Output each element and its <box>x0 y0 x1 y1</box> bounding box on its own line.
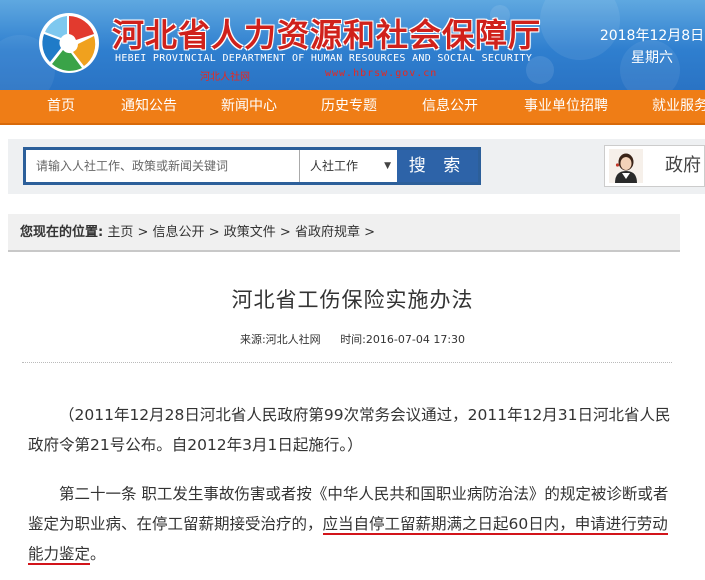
site-title[interactable]: 河北省人力资源和社会保障厅 <box>112 10 541 56</box>
avatar-icon <box>609 149 643 183</box>
government-service-label: 政府 <box>665 155 701 176</box>
article-paragraph: 第二十一条 职工发生事故伤害或者按《中华人民共和国职业病防治法》的规定被诊断或者… <box>28 479 678 569</box>
article-divider <box>22 362 672 363</box>
search-input[interactable] <box>26 150 298 182</box>
search-category-select[interactable]: 人社工作 ▼ <box>299 150 397 182</box>
date-display: 2018年12月8日 星期六 <box>599 25 705 69</box>
chevron-down-icon: ▼ <box>384 161 391 171</box>
weekday-text: 星期六 <box>631 50 673 66</box>
nav-item-news[interactable]: 新闻中心 <box>221 90 277 123</box>
breadcrumb-label: 您现在的位置: <box>20 225 104 240</box>
nav-item-home[interactable]: 首页 <box>47 90 75 123</box>
main-nav: 首页 通知公告 新闻中心 历史专题 信息公开 事业单位招聘 就业服务 <box>0 90 705 125</box>
breadcrumb-item-provincial-regulations[interactable]: 省政府规章 <box>295 225 360 240</box>
breadcrumb-separator: > <box>137 225 149 240</box>
paragraph-text: 。 <box>90 545 106 563</box>
breadcrumb: 您现在的位置: 主页 > 信息公开 > 政策文件 > 省政府规章 > <box>8 214 680 252</box>
article-paragraph: （2011年12月28日河北省人民政府第99次常务会议通过，2011年12月31… <box>28 400 678 460</box>
nav-item-notices[interactable]: 通知公告 <box>121 90 177 123</box>
government-service-link[interactable]: 政府 <box>604 145 705 187</box>
article-title: 河北省工伤保险实施办法 <box>231 288 474 312</box>
breadcrumb-item-policy-documents[interactable]: 政策文件 <box>224 225 276 240</box>
article-meta: 来源:河北人社网 时间:2016-07-04 17:30 <box>0 331 705 347</box>
nav-item-employment[interactable]: 就业服务 <box>652 90 705 123</box>
article-time: 时间:2016-07-04 17:30 <box>340 333 466 346</box>
date-text: 2018年12月8日 <box>599 28 705 44</box>
search-category-value: 人社工作 <box>310 159 359 173</box>
site-sub-label: 河北人社网 <box>200 72 250 83</box>
breadcrumb-separator: > <box>279 225 291 240</box>
breadcrumb-item-home[interactable]: 主页 <box>107 225 133 240</box>
nav-item-recruitment[interactable]: 事业单位招聘 <box>524 90 608 123</box>
breadcrumb-separator: > <box>364 225 376 240</box>
nav-item-info-disclosure[interactable]: 信息公开 <box>422 90 478 123</box>
site-url: www.hbrsw.gov.cn <box>325 68 438 79</box>
breadcrumb-item-info-disclosure[interactable]: 信息公开 <box>153 225 205 240</box>
paragraph-text: （2011年12月28日河北省人民政府第99次常务会议通过，2011年12月31… <box>28 406 671 454</box>
site-title-english: HEBEI PROVINCIAL DEPARTMENT OF HUMAN RES… <box>115 53 533 64</box>
breadcrumb-separator: > <box>208 225 220 240</box>
ministry-logo-icon[interactable] <box>38 12 100 74</box>
search-button[interactable]: 搜 索 <box>397 150 478 182</box>
search-box: 人社工作 ▼ 搜 索 <box>23 147 481 185</box>
site-header: 河北省人力资源和社会保障厅 HEBEI PROVINCIAL DEPARTMEN… <box>0 0 705 90</box>
search-bar-area: 人社工作 ▼ 搜 索 政府 <box>8 139 705 194</box>
article-source: 来源:河北人社网 <box>239 333 321 346</box>
nav-item-history-topics[interactable]: 历史专题 <box>321 90 377 123</box>
